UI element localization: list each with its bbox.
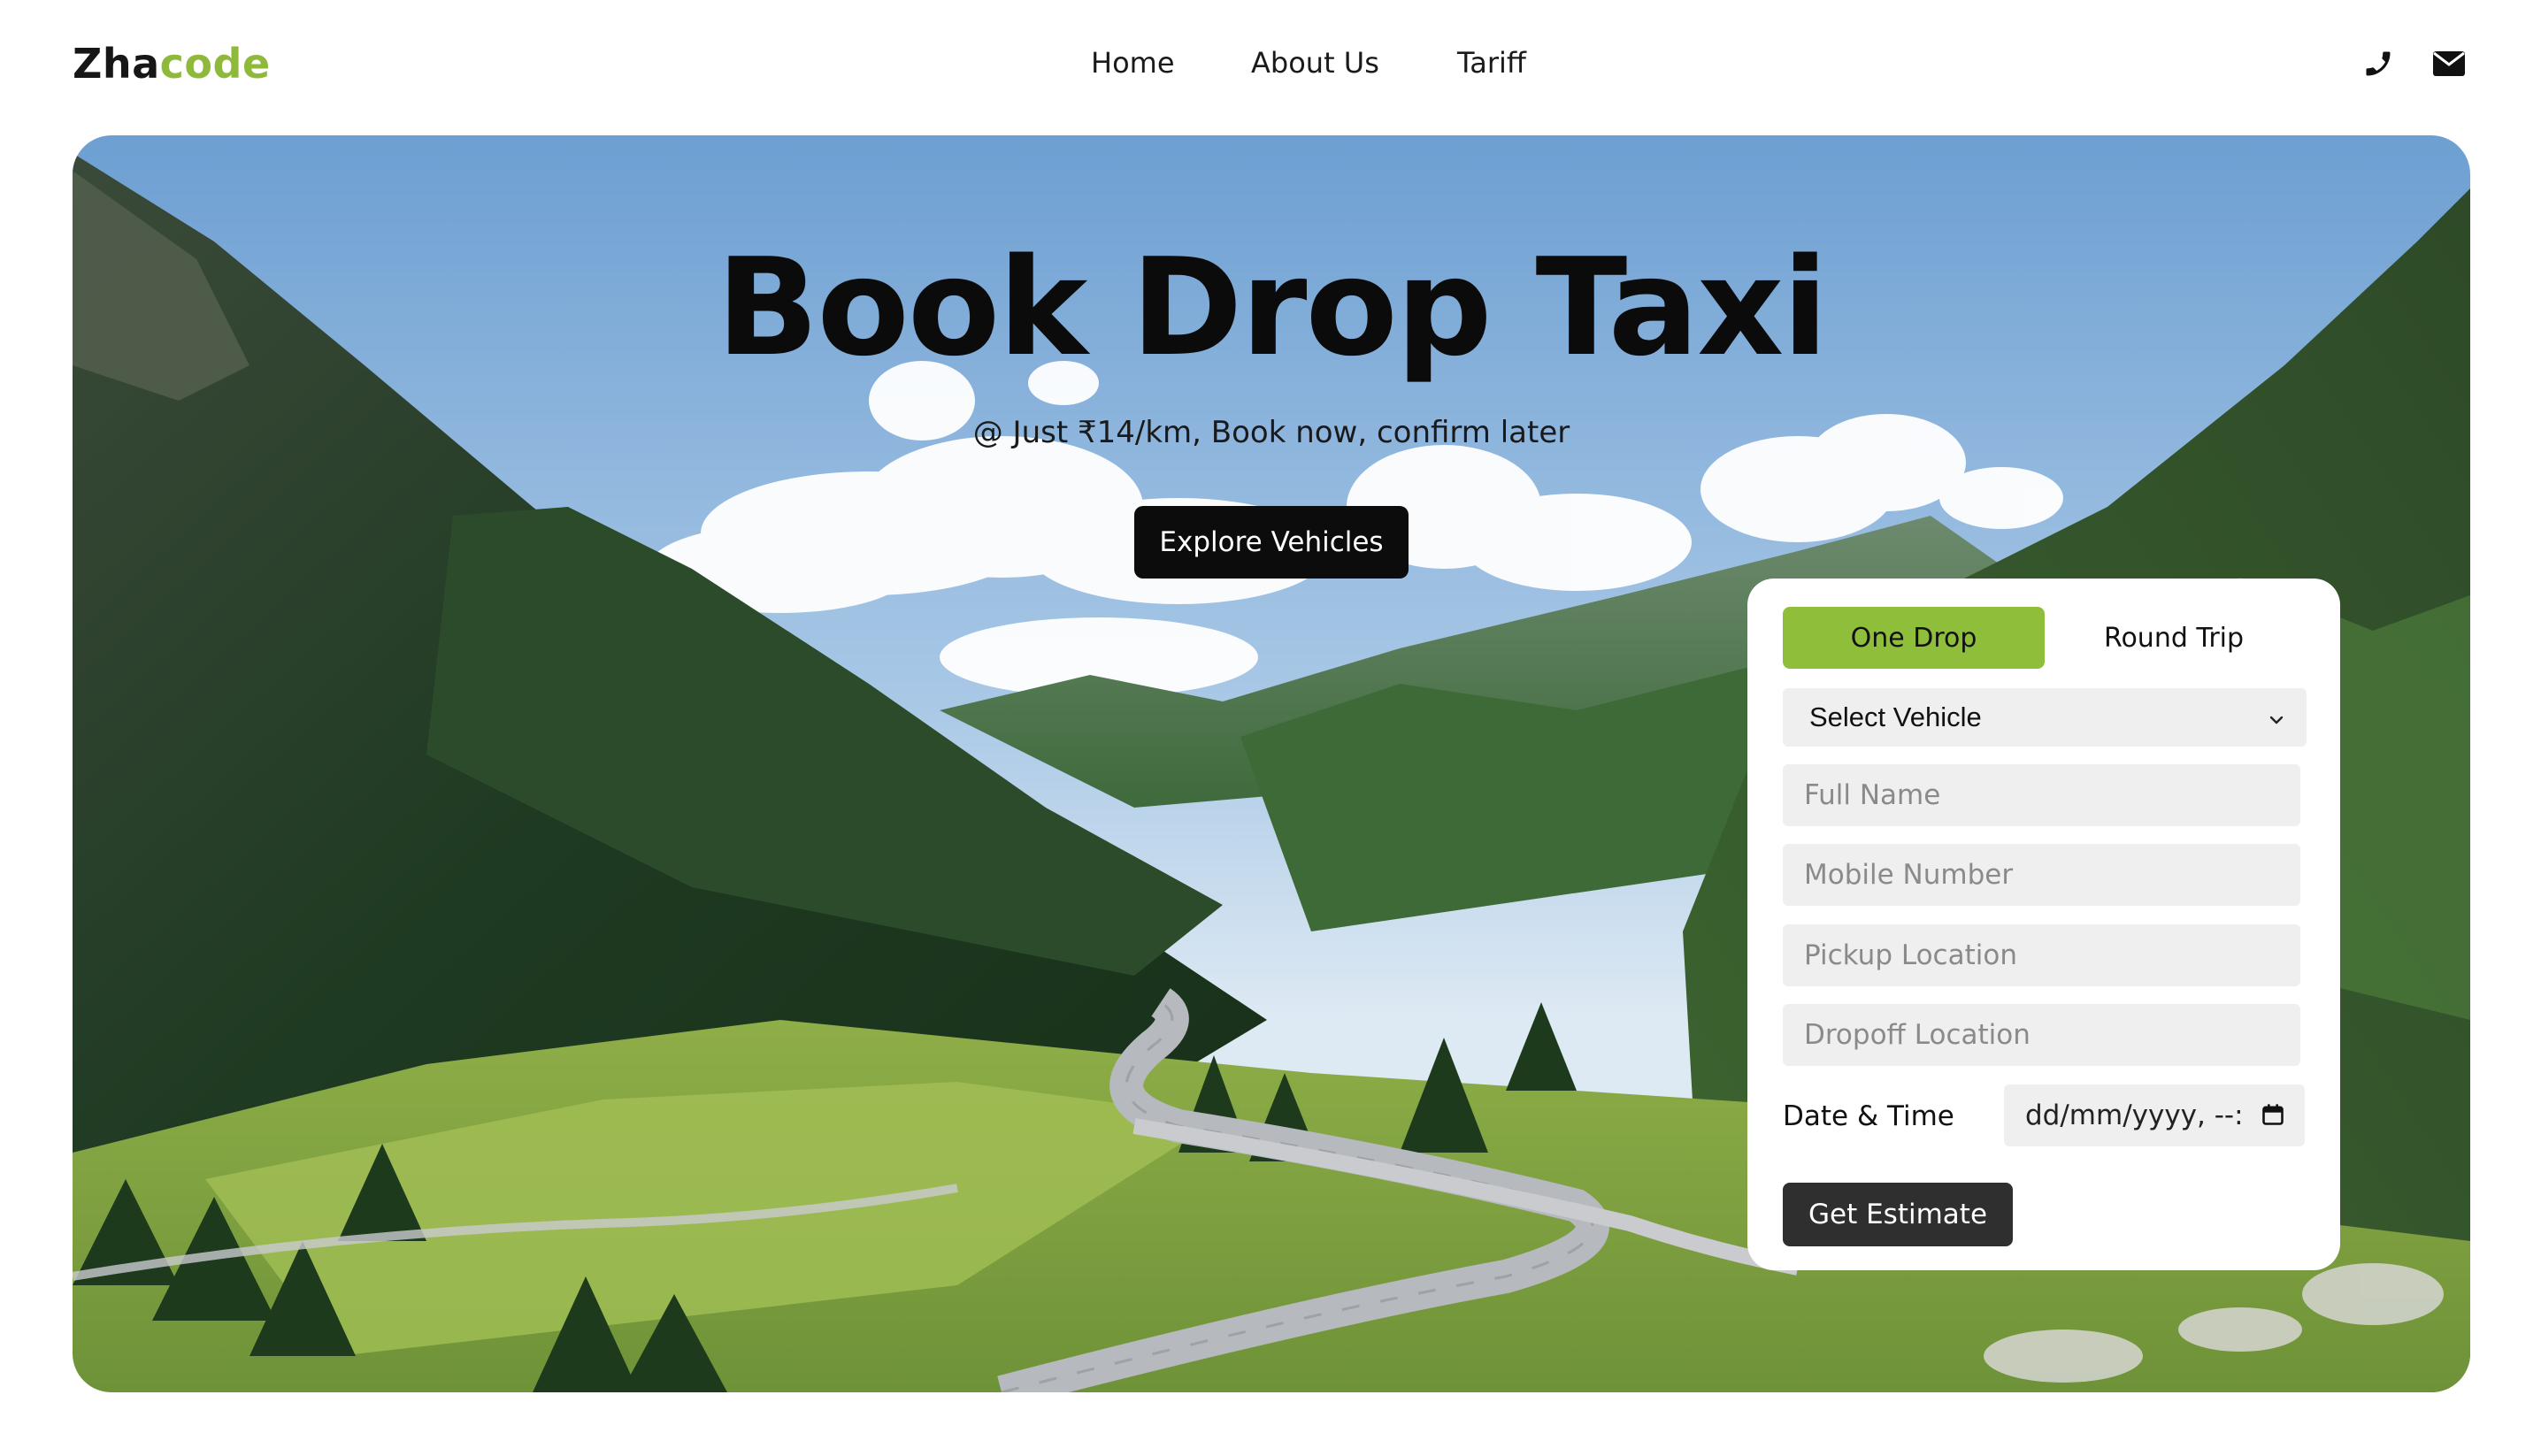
brand-logo-part2: code bbox=[159, 40, 271, 88]
nav-home[interactable]: Home bbox=[1091, 46, 1175, 80]
brand-logo[interactable]: Zhacode bbox=[73, 37, 271, 90]
pickup-location-input[interactable] bbox=[1783, 924, 2300, 986]
full-name-input[interactable] bbox=[1783, 764, 2300, 826]
get-estimate-button[interactable]: Get Estimate bbox=[1783, 1183, 2013, 1246]
vehicle-select[interactable]: Select Vehicle bbox=[1783, 688, 2307, 747]
vehicle-select-value: Select Vehicle bbox=[1809, 701, 1982, 732]
hero-section: Book Drop Taxi @ Just ₹14/km, Book now, … bbox=[73, 135, 2470, 1392]
mobile-number-input[interactable] bbox=[1783, 844, 2300, 906]
tab-one-drop[interactable]: One Drop bbox=[1783, 607, 2045, 669]
date-time-value: dd/mm/yyyy, --: bbox=[2025, 1100, 2244, 1131]
chevron-down-icon bbox=[2266, 706, 2287, 738]
calendar-icon[interactable] bbox=[2261, 1102, 2285, 1134]
dropoff-location-input[interactable] bbox=[1783, 1004, 2300, 1066]
brand-logo-part1: Zha bbox=[73, 40, 160, 88]
mail-icon[interactable] bbox=[2430, 44, 2468, 83]
booking-card: One Drop Round Trip Select Vehicle Date … bbox=[1747, 579, 2340, 1270]
hero-title: Book Drop Taxi bbox=[716, 229, 1829, 386]
explore-vehicles-button[interactable]: Explore Vehicles bbox=[1134, 506, 1409, 579]
date-time-label: Date & Time bbox=[1783, 1100, 1954, 1132]
phone-icon[interactable] bbox=[2359, 44, 2398, 83]
hero-subtitle: @ Just ₹14/km, Book now, confirm later bbox=[972, 415, 1570, 450]
date-time-input[interactable]: dd/mm/yyyy, --: bbox=[2004, 1084, 2305, 1146]
nav-about-us[interactable]: About Us bbox=[1251, 46, 1379, 80]
tab-round-trip[interactable]: Round Trip bbox=[2043, 607, 2305, 669]
nav-tariff[interactable]: Tariff bbox=[1457, 46, 1526, 80]
